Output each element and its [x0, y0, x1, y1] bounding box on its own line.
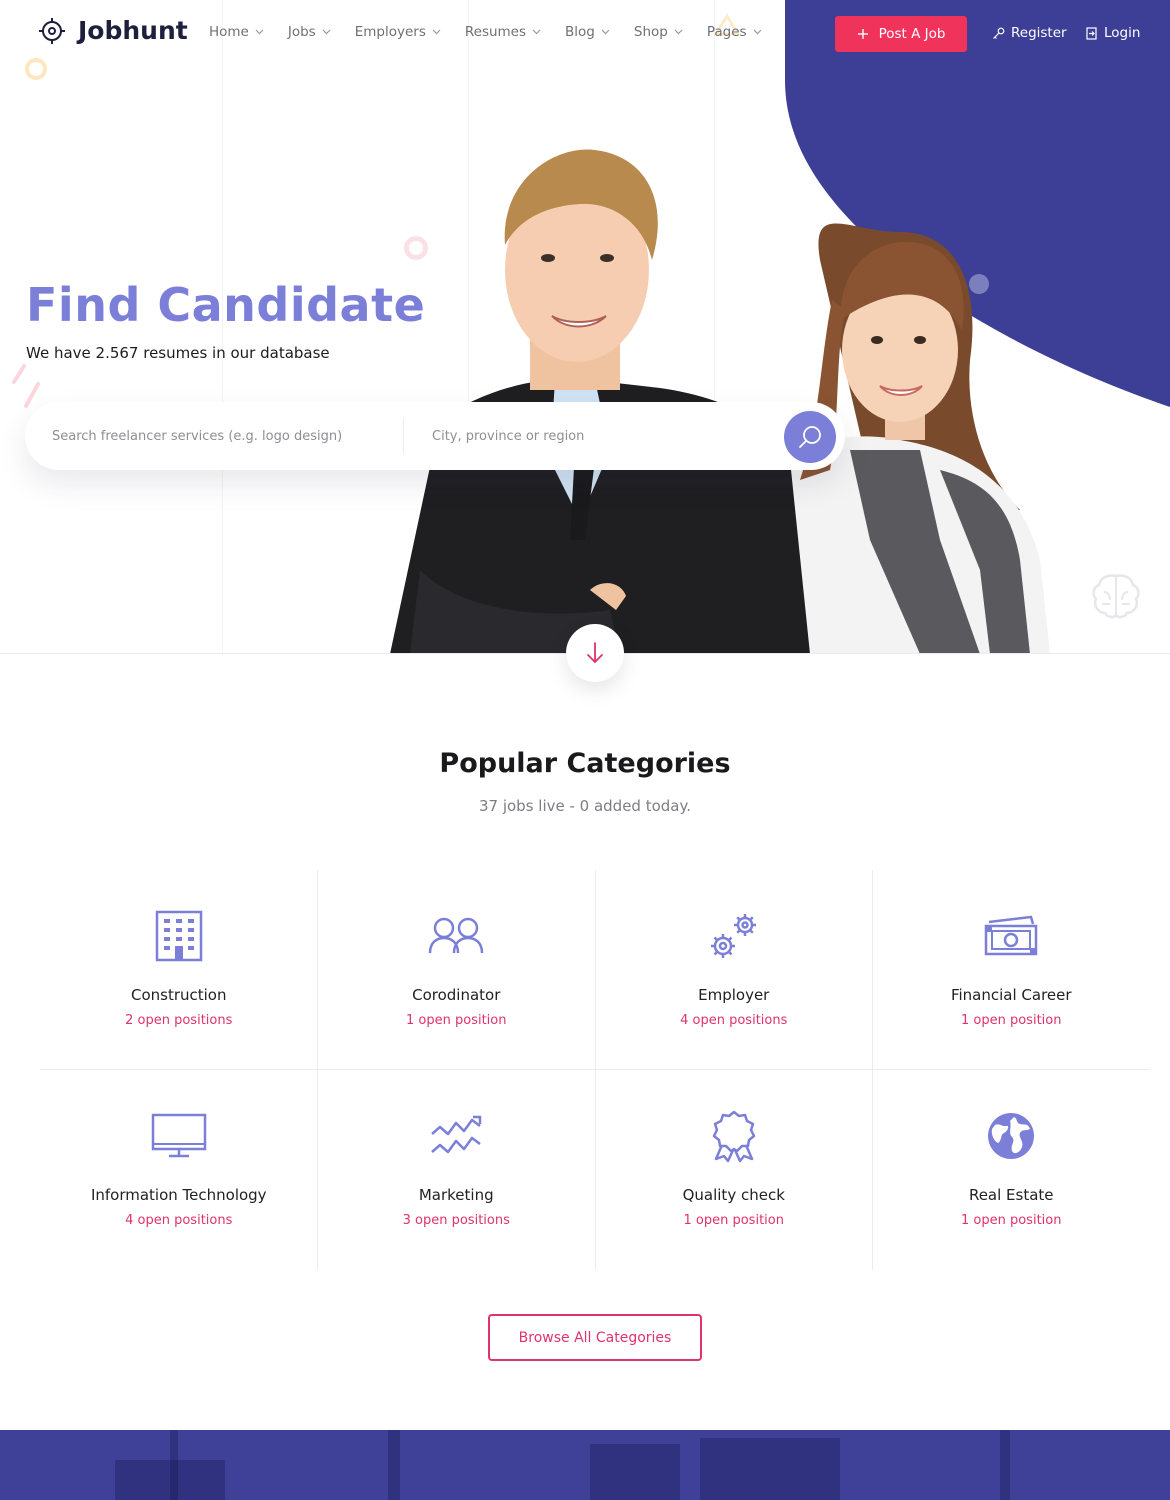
hero-section: Find Candidate We have 2.567 resumes in …	[0, 0, 1170, 654]
plus-icon	[857, 29, 868, 39]
category-name: Financial Career	[950, 986, 1072, 1004]
category-card-marketing[interactable]: Marketing 3 open positions	[318, 1070, 596, 1270]
globe-icon	[981, 1108, 1041, 1164]
chevron-down-icon	[753, 29, 761, 35]
users-icon	[426, 908, 486, 964]
chevron-down-icon	[432, 29, 441, 35]
category-card-real-estate[interactable]: Real Estate 1 open position	[873, 1070, 1151, 1270]
category-name: Quality check	[682, 1186, 785, 1204]
category-count: 1 open position	[961, 1013, 1062, 1028]
register-label: Register	[1011, 25, 1067, 41]
nav-item-label: Pages	[706, 24, 747, 40]
nav-item-label: Shop	[633, 24, 668, 40]
brand-logo[interactable]: Jobhunt	[38, 16, 188, 45]
browse-all-categories-button[interactable]: Browse All Categories	[488, 1314, 702, 1361]
hero-title: Find Candidate	[26, 278, 426, 332]
category-count: 1 open position	[683, 1213, 784, 1228]
banner-background-shape	[590, 1444, 680, 1500]
chevron-down-icon	[601, 29, 610, 35]
category-name: Information Technology	[90, 1186, 267, 1204]
banner-background-shape	[700, 1438, 840, 1500]
brain-icon	[1092, 574, 1140, 619]
section-title: Popular Categories	[439, 748, 731, 779]
scroll-down-button[interactable]	[566, 624, 624, 682]
brand-name: Jobhunt	[78, 16, 188, 45]
category-name: Construction	[130, 986, 227, 1004]
search-divider	[403, 418, 404, 454]
nav-item-blog[interactable]: Blog	[565, 24, 610, 40]
nav-item-label: Employers	[354, 24, 426, 40]
hero-subtitle: We have 2.567 resumes in our database	[26, 344, 330, 362]
nav-item-employers[interactable]: Employers	[355, 24, 441, 40]
chart-wave-icon	[426, 1108, 486, 1164]
award-icon	[704, 1108, 764, 1164]
search-button[interactable]	[784, 411, 836, 463]
nav-item-resumes[interactable]: Resumes	[465, 24, 541, 40]
category-count: 4 open positions	[680, 1013, 788, 1028]
category-name: Corodinator	[412, 986, 501, 1004]
category-card-employer[interactable]: Employer 4 open positions	[595, 870, 873, 1070]
section-subtitle: 37 jobs live - 0 added today.	[478, 797, 692, 815]
categories-grid: Construction 2 open positions Corodinato…	[40, 870, 1150, 1270]
nav-item-label: Jobs	[287, 24, 316, 40]
building-icon	[149, 908, 209, 964]
hero-people-image	[390, 149, 1050, 654]
nav-item-jobs[interactable]: Jobs	[288, 24, 331, 40]
arrow-down-icon	[587, 642, 603, 663]
category-count: 2 open positions	[125, 1013, 233, 1028]
search-bar	[25, 402, 845, 470]
site-header: Jobhunt Home Jobs Employers Resumes Blog…	[0, 0, 1170, 66]
search-icon	[799, 426, 821, 448]
banner-background-shape	[388, 1430, 400, 1500]
register-link[interactable]: Register	[992, 25, 1067, 41]
money-icon	[981, 908, 1041, 964]
location-search-input[interactable]	[432, 421, 772, 451]
chevron-down-icon	[255, 29, 264, 35]
chevron-down-icon	[532, 29, 541, 35]
category-count: 4 open positions	[125, 1213, 233, 1228]
banner-background-shape	[170, 1430, 178, 1500]
nav-item-label: Home	[209, 24, 249, 40]
login-icon	[1086, 26, 1097, 40]
post-job-button[interactable]: Post A Job	[835, 16, 967, 52]
nav-item-home[interactable]: Home	[209, 24, 264, 40]
nav-item-pages[interactable]: Pages	[707, 24, 762, 40]
nav-item-label: Blog	[565, 24, 595, 40]
post-job-label: Post A Job	[878, 26, 946, 42]
monitor-icon	[149, 1108, 209, 1164]
chevron-down-icon	[674, 29, 683, 35]
category-card-construction[interactable]: Construction 2 open positions	[40, 870, 318, 1070]
decorative-stripes	[12, 364, 40, 408]
category-name: Employer	[698, 986, 770, 1004]
category-count: 1 open position	[406, 1013, 507, 1028]
category-count: 3 open positions	[402, 1213, 510, 1228]
category-card-financial-career[interactable]: Financial Career 1 open position	[873, 870, 1151, 1070]
keyword-search-input[interactable]	[52, 421, 392, 451]
chevron-down-icon	[322, 29, 331, 35]
gears-icon	[704, 908, 764, 964]
main-nav: Home Jobs Employers Resumes Blog Shop Pa…	[209, 24, 786, 40]
banner-background-shape	[1000, 1430, 1010, 1500]
nav-item-label: Resumes	[464, 24, 527, 40]
nav-item-shop[interactable]: Shop	[634, 24, 683, 40]
category-card-information-technology[interactable]: Information Technology 4 open positions	[40, 1070, 318, 1270]
next-section-banner	[0, 1430, 1170, 1500]
category-card-corodinator[interactable]: Corodinator 1 open position	[318, 870, 596, 1070]
crosshair-logo-icon	[39, 17, 65, 44]
category-name: Marketing	[418, 1186, 494, 1204]
category-card-quality-check[interactable]: Quality check 1 open position	[595, 1070, 873, 1270]
login-link[interactable]: Login	[1086, 25, 1140, 41]
category-name: Real Estate	[968, 1186, 1054, 1204]
login-label: Login	[1104, 25, 1141, 41]
category-count: 1 open position	[961, 1213, 1062, 1228]
key-icon	[993, 27, 1005, 39]
